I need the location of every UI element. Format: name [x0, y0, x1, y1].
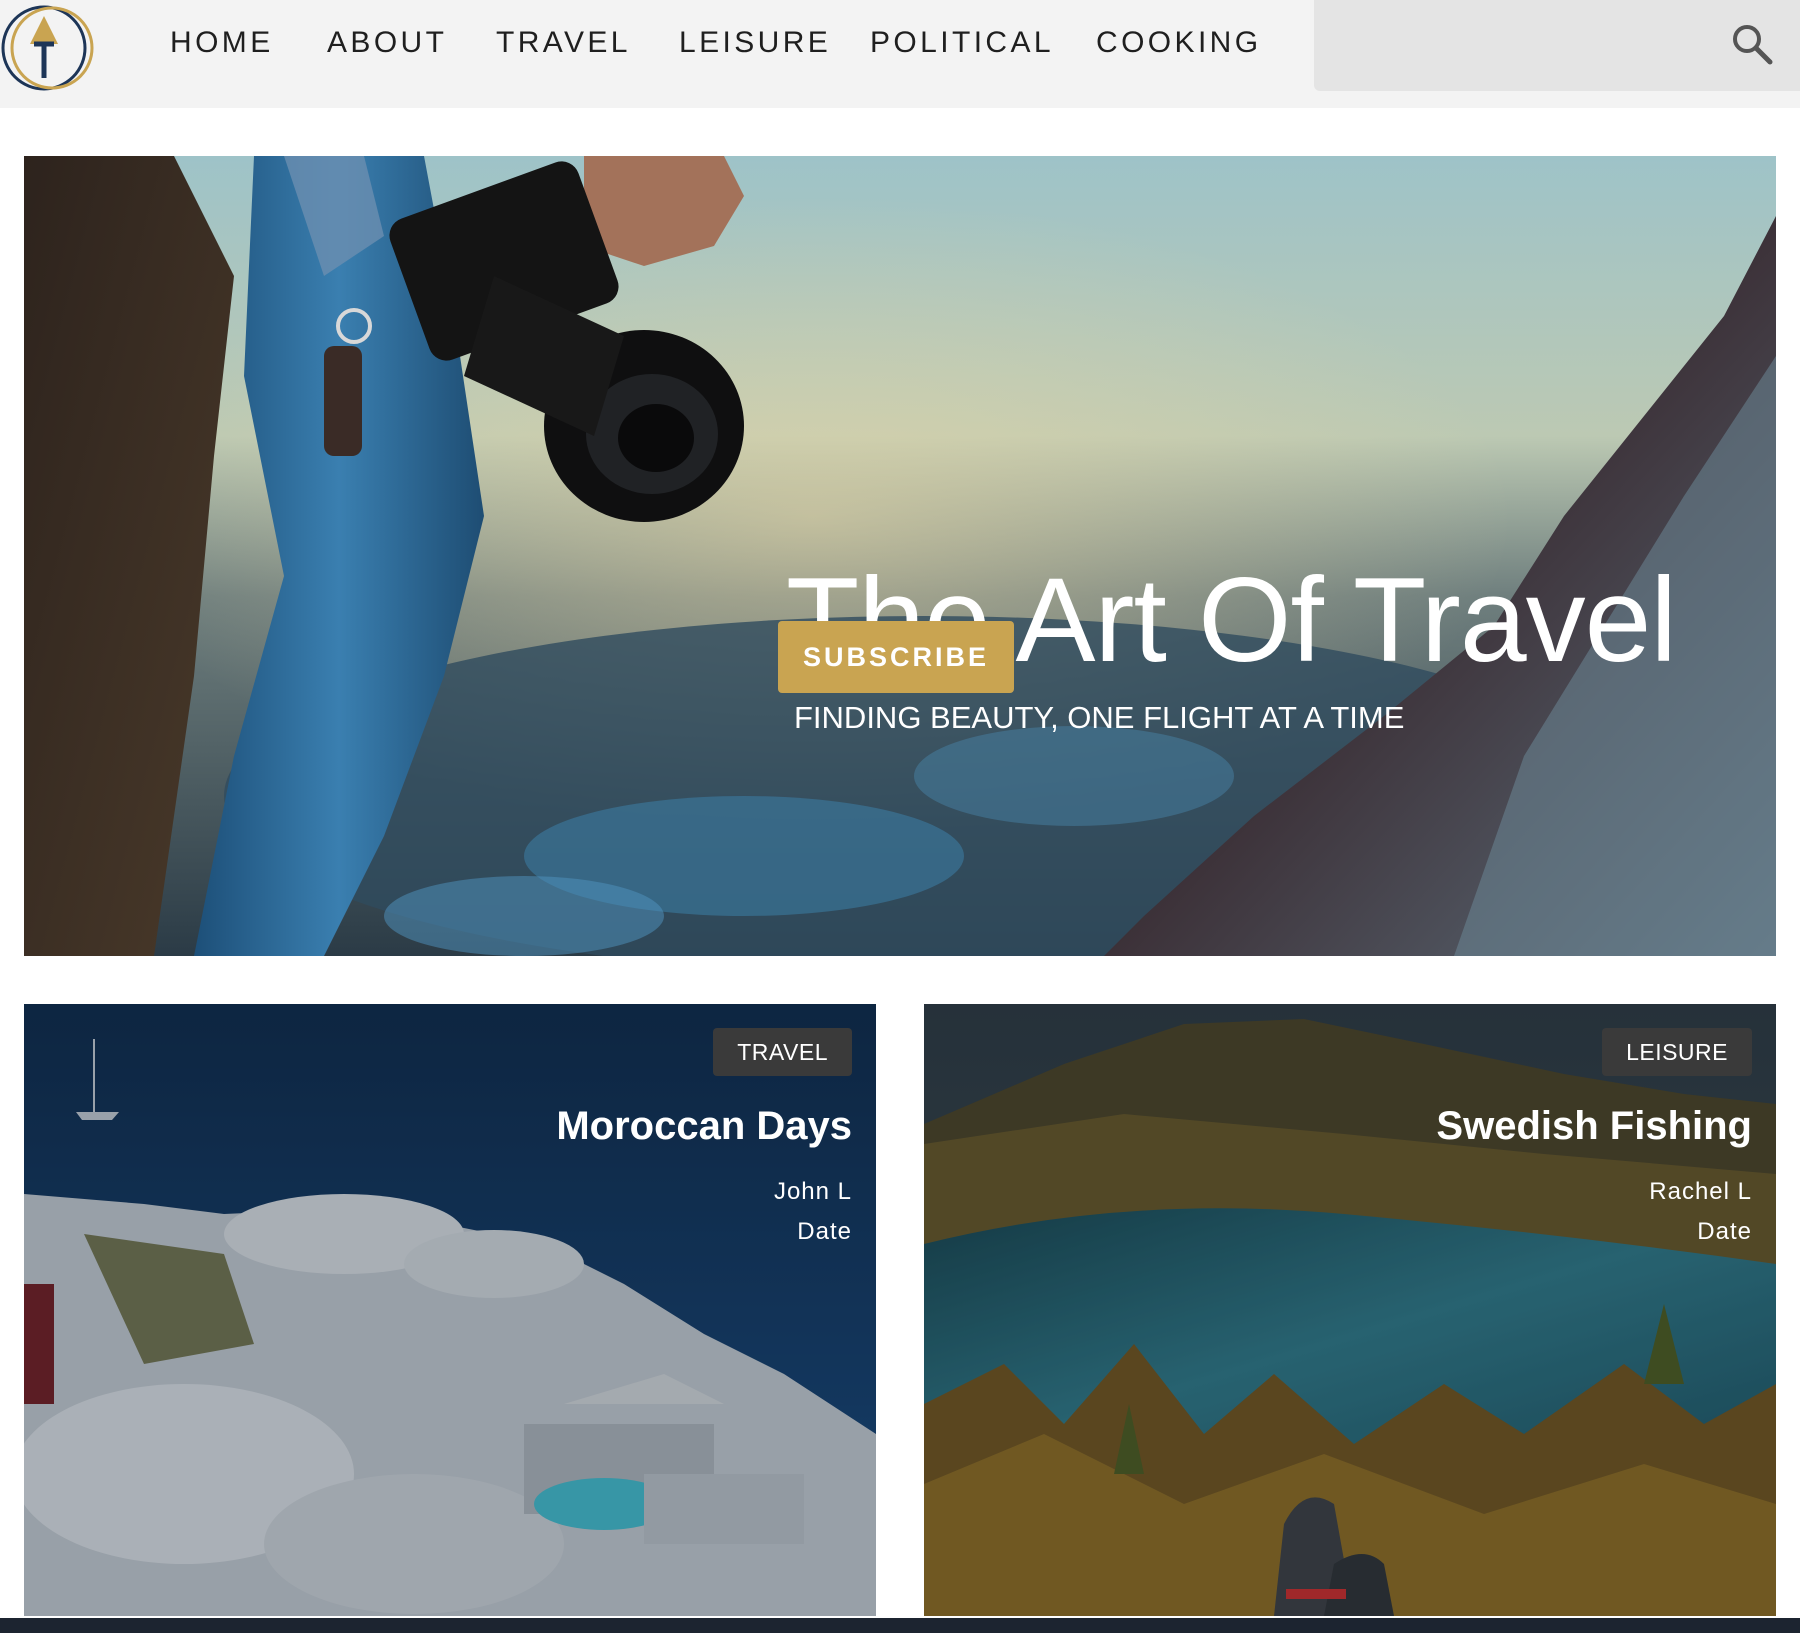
site-logo[interactable] [0, 4, 98, 92]
page-bottom-edge [0, 1618, 1800, 1633]
article-date: Date [797, 1218, 852, 1245]
article-date: Date [1697, 1218, 1752, 1245]
nav-leisure[interactable]: LEISURE [679, 26, 831, 60]
category-badge[interactable]: LEISURE [1602, 1028, 1752, 1076]
hero-subtitle: FINDING BEAUTY, ONE FLIGHT AT A TIME [794, 700, 1405, 735]
article-card[interactable]: LEISURE Swedish Fishing Rachel L Date [924, 1004, 1776, 1616]
top-navigation-bar: HOME ABOUT TRAVEL LEISURE POLITICAL COOK… [0, 0, 1800, 108]
nav-home[interactable]: HOME [170, 26, 274, 60]
search-input[interactable] [1324, 18, 1708, 74]
article-author: John L [773, 1178, 852, 1205]
nav-cooking[interactable]: COOKING [1096, 26, 1261, 60]
search-container [1314, 0, 1800, 91]
category-badge[interactable]: TRAVEL [713, 1028, 852, 1076]
nav-political[interactable]: POLITICAL [870, 26, 1054, 60]
article-title[interactable]: Moroccan Days [556, 1104, 852, 1149]
article-author: Rachel L [1649, 1178, 1752, 1205]
nav-travel[interactable]: TRAVEL [496, 26, 631, 60]
subscribe-button[interactable]: SUBSCRIBE [778, 621, 1014, 693]
article-photo [924, 1004, 1776, 1616]
article-title[interactable]: Swedish Fishing [1436, 1104, 1752, 1149]
article-photo [24, 1004, 876, 1616]
article-card[interactable]: TRAVEL Moroccan Days John L Date [24, 1004, 876, 1616]
hero-banner: The Art Of Travel FINDING BEAUTY, ONE FL… [24, 156, 1776, 956]
search-icon[interactable] [1730, 22, 1774, 66]
nav-about[interactable]: ABOUT [327, 26, 447, 60]
